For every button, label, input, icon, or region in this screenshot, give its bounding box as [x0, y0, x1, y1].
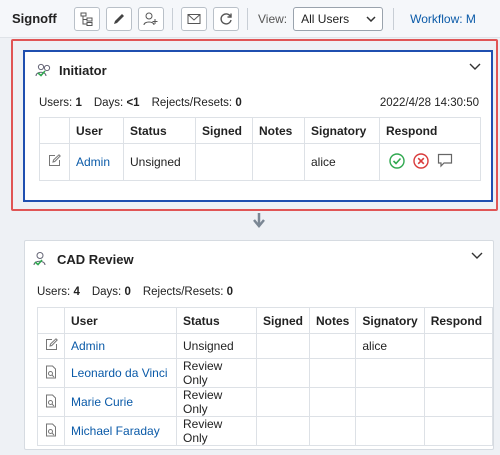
view-select-value: All Users — [301, 11, 350, 26]
user-link[interactable]: Michael Faraday — [64, 416, 177, 446]
respond-cell — [423, 358, 494, 388]
user-link[interactable]: Leonardo da Vinci — [64, 358, 177, 388]
arrow-down-icon — [253, 213, 265, 228]
pencil-icon — [114, 13, 124, 24]
signed-cell — [255, 416, 311, 446]
column-header-signed[interactable]: Signed — [255, 307, 311, 334]
toolbar: Signoff View: All Users Workflow: M — [0, 0, 500, 38]
column-header-notes[interactable]: Notes — [309, 307, 357, 334]
column-header-status[interactable]: Status — [176, 307, 257, 334]
respond-cell — [423, 333, 494, 359]
notes-cell — [309, 358, 357, 388]
column-header-icon — [37, 307, 65, 334]
edit-button[interactable] — [106, 6, 132, 31]
respond-cell — [423, 416, 494, 446]
workflow-link[interactable]: Workflow: M — [410, 12, 476, 26]
row-icon-cell[interactable] — [37, 387, 65, 417]
tree-icon — [80, 12, 93, 26]
cad-review-table: User Status Signed Notes Signatory Respo… — [37, 307, 494, 446]
view-select[interactable]: All Users — [293, 6, 384, 31]
toolbar-divider — [393, 7, 395, 30]
signed-cell — [255, 387, 311, 417]
review-document-icon — [46, 423, 56, 436]
rejects-label: Rejects/Resets: — [142, 286, 224, 298]
add-signer-button[interactable] — [138, 6, 164, 31]
table-header-row: User Status Signed Notes Signatory Respo… — [37, 307, 494, 334]
email-button[interactable] — [181, 6, 207, 31]
toolbar-divider — [247, 7, 248, 30]
row-icon-cell[interactable] — [37, 416, 65, 446]
days-label: Days: — [91, 286, 122, 298]
status-cell: Unsigned — [176, 333, 257, 359]
user-check-icon — [33, 252, 46, 266]
users-label: Users: — [37, 286, 71, 298]
signatory-cell — [355, 416, 425, 446]
user-link[interactable]: Admin — [64, 333, 177, 359]
row-icon-cell[interactable] — [37, 358, 65, 388]
table-row[interactable]: Marie Curie Review Only — [37, 387, 494, 417]
column-header-signatory[interactable]: Signatory — [355, 307, 425, 334]
collapse-chevron-icon[interactable] — [471, 252, 483, 260]
table-row[interactable]: Michael Faraday Review Only — [37, 416, 494, 446]
signatory-cell: alice — [355, 333, 425, 359]
notes-cell — [309, 416, 357, 446]
table-row[interactable]: Admin Unsigned alice — [37, 333, 494, 359]
mail-icon — [187, 13, 201, 24]
cad-review-card: CAD Review Users: 4 Days: 0 Rejects/Rese… — [24, 240, 494, 450]
respond-cell — [423, 387, 494, 417]
card-title: CAD Review — [57, 251, 134, 267]
notes-cell — [309, 387, 357, 417]
cad-review-header[interactable]: CAD Review — [25, 241, 493, 277]
column-header-respond: Respond — [423, 307, 494, 334]
review-document-icon — [46, 365, 56, 378]
users-value: 4 — [73, 286, 80, 298]
row-icon-cell[interactable] — [37, 333, 65, 359]
signed-cell — [255, 358, 311, 388]
notes-cell — [309, 333, 357, 359]
table-row[interactable]: Leonardo da Vinci Review Only — [37, 358, 494, 388]
view-label: View: — [258, 11, 288, 26]
status-cell: Review Only — [176, 358, 257, 388]
status-cell: Review Only — [176, 387, 257, 417]
refresh-button[interactable] — [213, 6, 239, 31]
highlight-box-blue — [23, 50, 493, 202]
toolbar-divider — [172, 7, 173, 30]
signatory-cell — [355, 358, 425, 388]
workflow-tree-button[interactable] — [74, 6, 100, 31]
signed-cell — [255, 333, 311, 359]
review-document-icon — [46, 394, 56, 407]
edit-document-icon — [45, 338, 58, 350]
rejects-value: 0 — [226, 286, 233, 298]
signatory-cell — [355, 387, 425, 417]
refresh-icon — [220, 12, 232, 25]
page-title: Signoff — [12, 11, 57, 26]
user-link[interactable]: Marie Curie — [64, 387, 177, 417]
chevron-down-icon — [366, 15, 376, 22]
cad-review-stats: Users: 4 Days: 0 Rejects/Resets: 0 — [37, 283, 493, 301]
user-add-icon — [143, 12, 158, 25]
days-value: 0 — [124, 286, 131, 298]
status-cell: Review Only — [176, 416, 257, 446]
column-header-user[interactable]: User — [64, 307, 177, 334]
